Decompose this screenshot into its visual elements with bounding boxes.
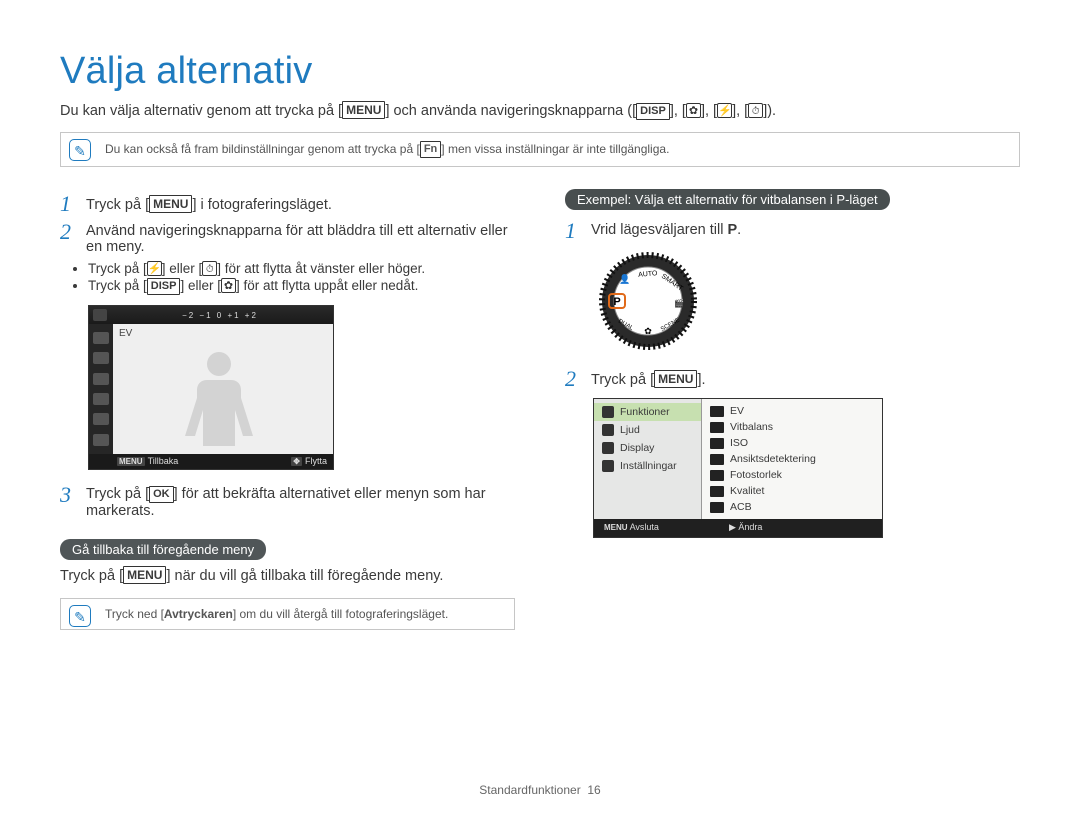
step-number: 3 xyxy=(60,484,78,519)
right-step-2: 2 Tryck på [MENU]. xyxy=(565,368,1020,390)
menu-option-face-detection: Ansiktsdetektering xyxy=(702,451,882,467)
step-number: 2 xyxy=(565,368,583,390)
timer-icon xyxy=(748,103,763,118)
lcd-back-label: Tillbaka xyxy=(148,456,179,466)
menu-key-icon: MENU xyxy=(149,195,192,213)
note-icon: ✎ xyxy=(69,139,91,161)
menu-option-acb: ACB xyxy=(702,499,882,515)
lcd-move-label: Flytta xyxy=(305,456,327,466)
note-box: ✎ Tryck ned [Avtryckaren] om du vill åte… xyxy=(60,598,515,630)
arrow-right-icon: ▶ xyxy=(729,522,736,532)
fn-key-icon: Fn xyxy=(420,141,441,158)
menu-item-display: Display xyxy=(594,439,701,457)
left-column: 1 Tryck på [MENU] i fotograferingsläget.… xyxy=(60,189,515,652)
page-footer: Standardfunktioner 16 xyxy=(0,783,1080,797)
step-number: 1 xyxy=(565,220,583,242)
intro-paragraph: Du kan välja alternativ genom att trycka… xyxy=(60,101,1020,120)
nav-key-icon: ✥ xyxy=(291,457,302,466)
macro-icon xyxy=(686,103,701,118)
camera-lcd-preview: −2 −1 0 +1 +2 EV MENUTillbaka ✥Flytta xyxy=(88,305,334,470)
menu-key-icon: MENU xyxy=(654,370,697,388)
note-icon: ✎ xyxy=(69,605,91,627)
menu-key-icon: MENU xyxy=(123,566,166,584)
svg-text:✿: ✿ xyxy=(644,326,652,336)
mode-dial: AUTO SMART 🎬 SCENE ✿ DUAL P 👤 xyxy=(593,252,1020,354)
menu-item-settings: Inställningar xyxy=(594,457,701,475)
camera-icon xyxy=(602,406,614,418)
note-box: ✎ Du kan också få fram bildinställningar… xyxy=(60,132,1020,167)
step-2-bullets: Tryck på [] eller [] för att flytta åt v… xyxy=(88,261,515,295)
menu-option-photo-size: Fotostorlek xyxy=(702,467,882,483)
menu-item-functions: Funktioner xyxy=(594,403,701,421)
menu-item-sound: Ljud xyxy=(594,421,701,439)
lcd-side-icons xyxy=(89,324,113,454)
menu-change-label: Ändra xyxy=(738,522,762,532)
right-column: Exempel: Välja ett alternativ för vitbal… xyxy=(565,189,1020,652)
menu-key-small-icon: MENU xyxy=(604,523,628,532)
display-icon xyxy=(602,442,614,454)
menu-right-pane: EV Vitbalans ISO Ansiktsdetektering Foto… xyxy=(702,399,882,519)
step-number: 2 xyxy=(60,221,78,255)
step-1: 1 Tryck på [MENU] i fotograferingsläget. xyxy=(60,193,515,215)
step-number: 1 xyxy=(60,193,78,215)
gear-icon xyxy=(602,460,614,472)
example-heading: Exempel: Välja ett alternativ för vitbal… xyxy=(565,189,890,210)
menu-option-quality: Kvalitet xyxy=(702,483,882,499)
subject-silhouette xyxy=(159,346,279,450)
ev-compensation-icon xyxy=(93,309,107,321)
back-instruction: Tryck på [MENU] när du vill gå tillbaka … xyxy=(60,566,515,584)
svg-text:P: P xyxy=(613,296,620,308)
mode-p-label: P xyxy=(727,222,737,238)
ev-scale: −2 −1 0 +1 +2 xyxy=(111,311,329,320)
step-2: 2 Använd navigeringsknapparna för att bl… xyxy=(60,221,515,255)
menu-option-whitebalance: Vitbalans xyxy=(702,419,882,435)
ok-key-icon: OK xyxy=(149,486,174,503)
speaker-icon xyxy=(602,424,614,436)
menu-exit-label: Avsluta xyxy=(630,522,659,532)
timer-icon xyxy=(202,261,217,276)
step-3: 3 Tryck på [OK] för att bekräfta alterna… xyxy=(60,484,515,519)
disp-key-icon: DISP xyxy=(147,278,181,295)
menu-key-small-icon: MENU xyxy=(117,457,145,466)
menu-key-icon: MENU xyxy=(342,101,385,119)
disp-key-icon: DISP xyxy=(636,103,670,120)
svg-text:🎬: 🎬 xyxy=(674,298,684,308)
shutter-label: Avtryckaren xyxy=(164,607,233,621)
camera-menu-preview: Funktioner Ljud Display Inställningar EV… xyxy=(593,398,883,538)
flash-icon xyxy=(147,261,162,276)
menu-option-iso: ISO xyxy=(702,435,882,451)
ev-label: EV xyxy=(119,328,132,339)
menu-left-pane: Funktioner Ljud Display Inställningar xyxy=(594,399,702,519)
macro-icon xyxy=(221,278,236,293)
page-title: Välja alternativ xyxy=(60,50,1020,93)
subsection-heading: Gå tillbaka till föregående meny xyxy=(60,539,266,560)
menu-option-ev: EV xyxy=(702,403,882,419)
svg-text:👤: 👤 xyxy=(619,273,630,284)
right-step-1: 1 Vrid lägesväljaren till P. xyxy=(565,220,1020,242)
flash-icon xyxy=(717,103,732,118)
